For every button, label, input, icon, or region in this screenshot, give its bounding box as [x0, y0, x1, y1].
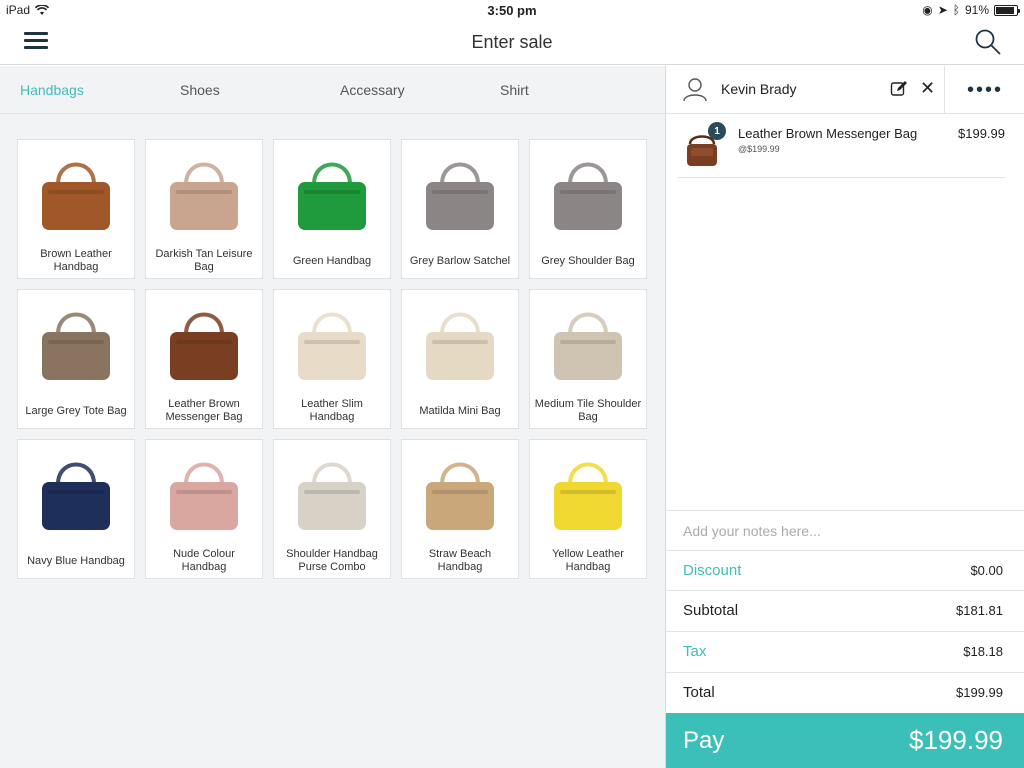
- product-panel: Handbags Shoes Accessary Shirt Brown Lea…: [0, 66, 665, 768]
- product-image: [402, 290, 518, 394]
- product-name: Yellow Leather Handbag: [552, 548, 624, 573]
- product-name: Navy Blue Handbag: [27, 554, 125, 567]
- product-card[interactable]: Darkish Tan Leisure Bag: [145, 139, 263, 279]
- tab-accessary[interactable]: Accessary: [340, 82, 405, 98]
- subtotal-label: Subtotal: [683, 602, 739, 619]
- close-icon[interactable]: ✕: [920, 78, 935, 99]
- cart-line-item[interactable]: 1 Leather Brown Messenger Bag @$199.99 $…: [678, 122, 1005, 178]
- tax-value: $18.18: [963, 644, 1003, 659]
- product-card[interactable]: Nude Colour Handbag: [145, 439, 263, 579]
- customer-name: Kevin Brady: [721, 81, 797, 97]
- tab-shirt[interactable]: Shirt: [500, 82, 529, 98]
- customer-row: Kevin Brady ✕ ••••: [666, 66, 1024, 114]
- product-card[interactable]: Navy Blue Handbag: [17, 439, 135, 579]
- product-name: Leather Brown Messenger Bag: [165, 398, 243, 423]
- product-name: Brown Leather Handbag: [40, 248, 112, 273]
- product-image: [146, 290, 262, 394]
- product-name: Medium Tile Shoulder Bag: [534, 398, 642, 423]
- product-name: Large Grey Tote Bag: [25, 404, 127, 417]
- sale-panel: Kevin Brady ✕ •••• 1 Leather Brown Messe…: [665, 66, 1024, 768]
- page-title: Enter sale: [471, 31, 553, 52]
- tab-handbags[interactable]: Handbags: [20, 82, 84, 98]
- product-image: [530, 140, 646, 244]
- product-card[interactable]: Medium Tile Shoulder Bag: [529, 289, 647, 429]
- category-tabs: Handbags Shoes Accessary Shirt: [0, 66, 665, 114]
- product-image: [146, 440, 262, 544]
- product-image: [274, 290, 390, 394]
- cart-item-unit-price: @$199.99: [738, 144, 780, 154]
- battery-level: [996, 6, 1015, 14]
- search-icon[interactable]: [974, 28, 1002, 56]
- subtotal-row: Subtotal $181.81: [666, 590, 1024, 630]
- product-image: [274, 440, 390, 544]
- more-options-icon[interactable]: ••••: [944, 66, 1024, 114]
- discount-label[interactable]: Discount: [683, 562, 741, 579]
- status-time: 3:50 pm: [487, 2, 537, 18]
- pay-amount: $199.99: [909, 725, 1003, 755]
- orientation-lock-icon: ◉: [922, 3, 933, 17]
- product-card[interactable]: Brown Leather Handbag: [17, 139, 135, 279]
- cart-item-price: $199.99: [958, 126, 1005, 141]
- user-icon: [683, 78, 707, 102]
- product-name: Grey Shoulder Bag: [541, 254, 635, 267]
- product-image: [146, 140, 262, 244]
- product-name: Green Handbag: [292, 254, 372, 267]
- cart-item-qty-badge: 1: [708, 122, 726, 140]
- product-card[interactable]: Shoulder Handbag Purse Combo: [273, 439, 391, 579]
- product-grid: Brown Leather Handbag Darkish Tan Leisure…: [17, 139, 647, 579]
- edit-icon[interactable]: [890, 80, 908, 98]
- battery-percent: 91%: [964, 3, 989, 17]
- subtotal-value: $181.81: [956, 603, 1003, 618]
- total-row: Total $199.99: [666, 672, 1024, 712]
- product-image: [402, 140, 518, 244]
- product-name: Nude Colour Handbag: [173, 548, 235, 573]
- product-name: Leather Slim Handbag: [301, 398, 363, 423]
- product-card[interactable]: Grey Shoulder Bag: [529, 139, 647, 279]
- bluetooth-icon: ᛒ: [952, 3, 960, 17]
- product-name: Straw Beach Handbag: [428, 548, 492, 573]
- tab-shoes[interactable]: Shoes: [180, 82, 220, 98]
- product-name: Grey Barlow Satchel: [409, 254, 511, 267]
- status-bar: iPad 3:50 pm ◉ ➤ ᛒ 91%: [0, 0, 1024, 20]
- pay-label: Pay: [683, 726, 725, 754]
- notes-input[interactable]: Add your notes here...: [666, 510, 1024, 550]
- product-card[interactable]: Matilda Mini Bag: [401, 289, 519, 429]
- wifi-icon: [35, 4, 50, 15]
- total-value: $199.99: [956, 685, 1003, 700]
- tax-label[interactable]: Tax: [683, 643, 706, 660]
- product-image: [18, 440, 134, 544]
- cart-item-name: Leather Brown Messenger Bag: [738, 126, 918, 141]
- device-label: iPad: [6, 3, 31, 17]
- nav-bar: Enter sale: [0, 20, 1024, 65]
- product-image: [402, 440, 518, 544]
- product-card[interactable]: Grey Barlow Satchel: [401, 139, 519, 279]
- product-name: Darkish Tan Leisure Bag: [155, 248, 253, 273]
- product-image: [274, 140, 390, 244]
- battery-icon: [994, 4, 1020, 16]
- discount-row[interactable]: Discount $0.00: [666, 550, 1024, 590]
- product-card[interactable]: Green Handbag: [273, 139, 391, 279]
- total-label: Total: [683, 684, 715, 701]
- product-image: [530, 440, 646, 544]
- hamburger-menu-icon[interactable]: [24, 32, 48, 52]
- pay-button[interactable]: Pay $199.99: [666, 713, 1024, 768]
- product-card[interactable]: Leather Slim Handbag: [273, 289, 391, 429]
- product-name: Shoulder Handbag Purse Combo: [286, 548, 378, 573]
- location-icon: ➤: [937, 3, 948, 17]
- product-image: [18, 140, 134, 244]
- product-card[interactable]: Straw Beach Handbag: [401, 439, 519, 579]
- product-name: Matilda Mini Bag: [419, 404, 501, 417]
- product-card[interactable]: Leather Brown Messenger Bag: [145, 289, 263, 429]
- product-card[interactable]: Large Grey Tote Bag: [17, 289, 135, 429]
- tax-row[interactable]: Tax $18.18: [666, 631, 1024, 671]
- product-image: [18, 290, 134, 394]
- product-card[interactable]: Yellow Leather Handbag: [529, 439, 647, 579]
- product-image: [530, 290, 646, 394]
- discount-value: $0.00: [970, 563, 1003, 578]
